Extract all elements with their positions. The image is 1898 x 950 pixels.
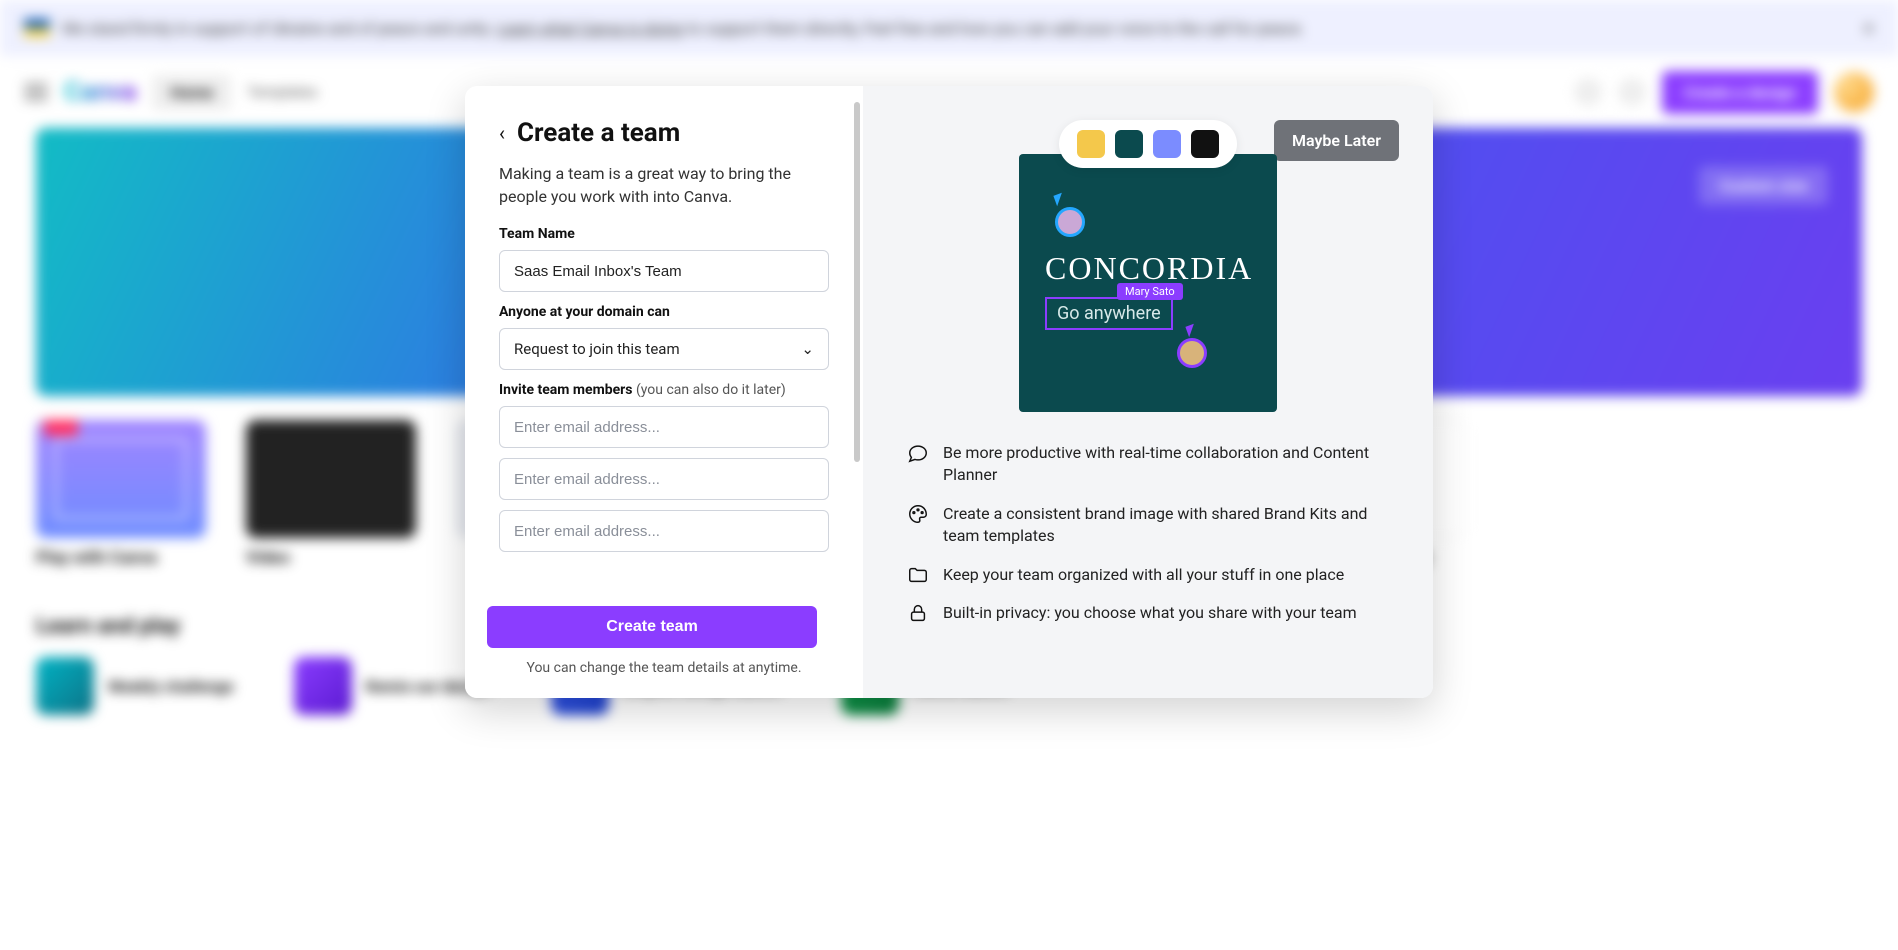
modal-left-panel: ‹ Create a team Making a team is a great… — [465, 86, 863, 698]
benefits-list: Be more productive with real-time collab… — [897, 442, 1399, 624]
folder-icon — [907, 564, 929, 586]
swatch-yellow — [1077, 130, 1105, 158]
benefit-organized: Keep your team organized with all your s… — [907, 564, 1389, 586]
label-team-name: Team Name — [499, 226, 829, 242]
swatch-black — [1191, 130, 1219, 158]
label-invite: Invite team members (you can also do it … — [499, 382, 829, 398]
swatch-teal — [1115, 130, 1143, 158]
domain-permission-select[interactable]: Request to join this team ⌄ — [499, 328, 829, 370]
modal-title: Create a team — [517, 118, 680, 148]
modal-right-panel: Maybe Later CONCORDIA Mary Sato Go anywh… — [863, 86, 1433, 698]
modal-lead-text: Making a team is a great way to bring th… — [499, 162, 829, 208]
team-name-input[interactable] — [499, 250, 829, 292]
benefit-privacy: Built-in privacy: you choose what you sh… — [907, 602, 1389, 624]
lock-icon — [907, 602, 929, 624]
back-chevron-icon[interactable]: ‹ — [499, 121, 505, 145]
chat-bubble-icon — [907, 442, 929, 464]
domain-select-value: Request to join this team — [514, 340, 680, 358]
preview-user-tag: Mary Sato — [1117, 283, 1183, 300]
footer-hint: You can change the team details at anyti… — [487, 660, 841, 676]
modal-scrollbar[interactable] — [853, 94, 863, 464]
chevron-down-icon: ⌄ — [801, 340, 814, 358]
modal-overlay: ‹ Create a team Making a team is a great… — [0, 0, 1898, 950]
swatch-blue — [1153, 130, 1181, 158]
preview-tagline: Go anywhere — [1045, 297, 1173, 330]
create-team-modal: ‹ Create a team Making a team is a great… — [465, 86, 1433, 698]
palette-icon — [907, 503, 929, 525]
preview-brand-name: CONCORDIA — [1045, 250, 1251, 287]
benefit-collaboration: Be more productive with real-time collab… — [907, 442, 1389, 487]
team-preview: CONCORDIA Mary Sato Go anywhere — [897, 120, 1399, 412]
collaborator-cursor-2 — [1177, 325, 1207, 368]
brand-color-swatches — [1059, 120, 1237, 168]
invite-email-input-3[interactable] — [499, 510, 829, 552]
maybe-later-button[interactable]: Maybe Later — [1274, 120, 1399, 161]
label-domain: Anyone at your domain can — [499, 304, 829, 320]
create-team-button[interactable]: Create team — [487, 606, 817, 648]
collaborator-cursor-1 — [1055, 194, 1085, 237]
invite-email-input-2[interactable] — [499, 458, 829, 500]
invite-email-input-1[interactable] — [499, 406, 829, 448]
preview-card: CONCORDIA Mary Sato Go anywhere — [1019, 154, 1277, 412]
benefit-brand: Create a consistent brand image with sha… — [907, 503, 1389, 548]
